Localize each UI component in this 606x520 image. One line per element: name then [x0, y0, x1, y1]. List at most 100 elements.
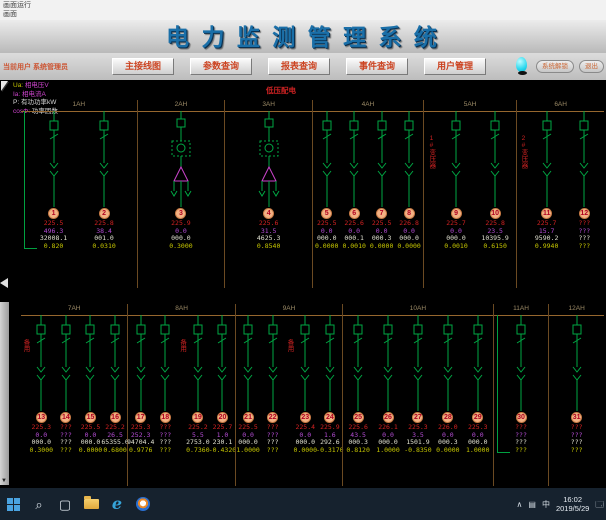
feeder-circuit[interactable]: 6225.60.0000.10.0010 — [340, 111, 367, 250]
tray-icon[interactable]: ▤ — [528, 500, 536, 509]
meter-badge[interactable]: 13 — [36, 412, 47, 423]
toolbar-button[interactable]: 事件查询 — [346, 58, 408, 75]
meter-badge[interactable]: 28 — [442, 412, 453, 423]
feeder-circuit[interactable]: 25225.643.5000.30.8120 — [343, 315, 373, 454]
meter-badge[interactable]: 1 — [48, 208, 59, 219]
meter-badge[interactable]: 31 — [571, 412, 582, 423]
meter-badge[interactable]: 10 — [490, 208, 501, 219]
feeder-circuit[interactable]: 26226.10.0000.01.0000 — [373, 315, 403, 454]
feeder-circuit[interactable]: 4225.631.54625.30.8540 — [251, 111, 287, 250]
bay-label: 8AH — [128, 304, 234, 315]
feeder-circuit[interactable]: 7225.50.0000.30.0000 — [368, 111, 395, 250]
meter-badge[interactable]: 2 — [99, 208, 110, 219]
meter-badge[interactable]: 27 — [412, 412, 423, 423]
meter-badge[interactable]: 5 — [321, 208, 332, 219]
feeder-circuit[interactable]: 5225.50.0000.00.0000 — [313, 111, 340, 250]
action-center-icon[interactable]: 🗔 — [595, 500, 604, 509]
start-button[interactable] — [0, 488, 26, 520]
meter-badge[interactable]: 30 — [516, 412, 527, 423]
breaker-feeder-icon — [444, 111, 468, 207]
edge-browser-icon[interactable]: e — [104, 488, 130, 520]
breaker-feeder-icon — [318, 315, 342, 411]
meter-badge[interactable]: 11 — [541, 208, 552, 219]
toolbar: 当前用户 系统管理员 主接线图参数查询报表查询事件查询用户管理 系统解锁退出 — [0, 53, 606, 80]
breaker-feeder-icon — [483, 111, 507, 207]
breaker-feeder-icon — [466, 315, 490, 411]
readout-powerfactor: 0.0010 — [342, 243, 365, 251]
feeder-circuit[interactable]: 21225.50.0000.01.0000 — [236, 315, 261, 454]
toolbar-button[interactable]: 主接线图 — [112, 58, 174, 75]
meter-badge[interactable]: 9 — [451, 208, 462, 219]
meter-badge[interactable]: 25 — [353, 412, 364, 423]
breaker-feeder-icon — [342, 111, 366, 207]
feeder-circuit[interactable]: 19225.25.52753.00.7360 — [186, 315, 211, 454]
page-left-arrow-icon[interactable] — [0, 278, 8, 288]
left-scroll-strip[interactable]: ▼ — [0, 302, 9, 485]
browser-icon[interactable] — [130, 488, 156, 520]
meter-badge[interactable]: 7 — [376, 208, 387, 219]
feeder-circuit[interactable]: 12???????????? — [566, 111, 602, 250]
bay-label: 7AH — [21, 304, 127, 315]
meter-badge[interactable]: 26 — [383, 412, 394, 423]
feeder-circuit[interactable]: 17225.3252.394704.40.9776 — [128, 315, 153, 454]
toolbar-button[interactable]: 报表查询 — [268, 58, 330, 75]
feeder-circuit[interactable]: 3225.90.0000.00.3000 — [163, 111, 199, 250]
file-explorer-icon[interactable] — [78, 488, 104, 520]
feeder-circuit[interactable]: 22???????????? — [260, 315, 285, 454]
tray-expand-icon[interactable]: ∧ — [517, 500, 523, 509]
feeder-circuit[interactable]: 29225.30.0000.01.0000 — [463, 315, 493, 454]
meter-badge[interactable]: 15 — [85, 412, 96, 423]
readout-powerfactor: 0.3000 — [30, 447, 53, 455]
toolbar-button[interactable]: 参数查询 — [190, 58, 252, 75]
meter-badge[interactable]: 24 — [324, 412, 335, 423]
oval-button[interactable]: 退出 — [579, 60, 604, 73]
clock[interactable]: 16:02 2019/5/29 — [556, 495, 589, 513]
meter-badge[interactable]: 18 — [160, 412, 171, 423]
readout-powerfactor: 0.0010 — [444, 243, 467, 251]
meter-badge[interactable]: 16 — [110, 412, 121, 423]
meter-badge[interactable]: 8 — [404, 208, 415, 219]
feeder-circuit[interactable]: 2225.838.4001.00.0310 — [86, 111, 122, 250]
feeder-circuit[interactable]: 8226.80.0000.00.0000 — [395, 111, 422, 250]
language-indicator[interactable]: 中 — [542, 500, 550, 509]
feeder-circuit[interactable]: 14???????????? — [54, 315, 79, 454]
feeder-circuit[interactable]: 28226.00.0000.30.0000 — [433, 315, 463, 454]
feeder-circuit[interactable]: 24225.91.6292.6-0.3170 — [318, 315, 343, 454]
feeder-circuit[interactable]: 13225.30.0000.00.3000 — [29, 315, 54, 454]
scroll-down-icon[interactable]: ▼ — [1, 478, 7, 484]
toolbar-button[interactable]: 用户管理 — [424, 58, 486, 75]
meter-badge[interactable]: 21 — [243, 412, 254, 423]
meter-badge[interactable]: 14 — [60, 412, 71, 423]
feeder-circuit[interactable]: 15225.50.0000.00.0000 — [78, 315, 103, 454]
feeder-circuit[interactable]: 23225.40.0000.00.0000 — [293, 315, 318, 454]
feeder-circuit[interactable]: 20225.71.0230.1-0.4320 — [210, 315, 235, 454]
feeder-circuit[interactable]: 27225.33.51501.9-0.8350 — [403, 315, 433, 454]
meter-badge[interactable]: 22 — [267, 412, 278, 423]
feeder-circuit[interactable]: 31???????????? — [559, 315, 595, 454]
feeder-circuit[interactable]: 18???????????? — [153, 315, 178, 454]
feeder-circuit[interactable]: 10225.823.510395.90.6150 — [477, 111, 513, 250]
meter-badge[interactable]: 4 — [263, 208, 274, 219]
feeder-circuit[interactable]: 9225.70.0000.00.0010 — [438, 111, 474, 250]
feeder-circuit[interactable]: 1225.5496.332008.10.820 — [36, 111, 72, 250]
feeder-circuit[interactable]: 16225.226.565355.00.6800 — [103, 315, 128, 454]
feeder-circuit[interactable]: 11225.715.79590.20.9940 — [529, 111, 565, 250]
meter-badge[interactable]: 3 — [175, 208, 186, 219]
search-icon[interactable]: ⌕ — [26, 488, 52, 520]
oval-button[interactable]: 系统解锁 — [536, 60, 574, 73]
meter-badge[interactable]: 19 — [192, 412, 203, 423]
meter-badge[interactable]: 29 — [472, 412, 483, 423]
meter-badge[interactable]: 17 — [135, 412, 146, 423]
bay-3AH: 3AH 4225.631.54625.30.8540 — [224, 100, 312, 288]
breaker-feeder-icon — [293, 315, 317, 411]
page-title: 电 力 监 测 管 理 系 统 — [166, 20, 440, 54]
meter-badge[interactable]: 12 — [579, 208, 590, 219]
menu-bar[interactable]: 画面 — [3, 10, 606, 19]
task-view-icon[interactable]: ▢ — [52, 488, 78, 520]
breaker-feeder-icon — [129, 315, 153, 411]
meter-badge[interactable]: 23 — [300, 412, 311, 423]
meter-badge[interactable]: 20 — [217, 412, 228, 423]
meter-badge[interactable]: 6 — [349, 208, 360, 219]
readout-powerfactor: 1.0000 — [376, 447, 399, 455]
readout-powerfactor: 0.6150 — [483, 243, 506, 251]
